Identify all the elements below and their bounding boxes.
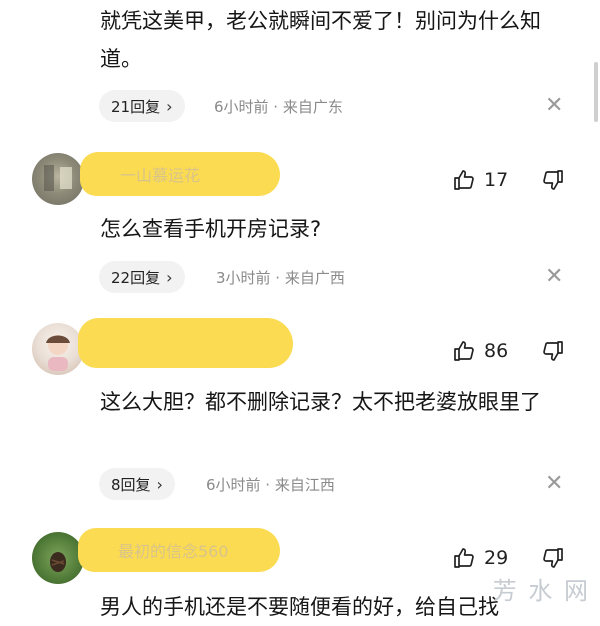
- comment-meta: 3小时前 · 来自广西: [216, 269, 345, 287]
- avatar[interactable]: [32, 532, 84, 584]
- close-icon[interactable]: ✕: [545, 266, 563, 288]
- scrollbar[interactable]: [594, 62, 598, 122]
- chevron-right-icon: ›: [166, 267, 173, 287]
- dislike-button[interactable]: [541, 546, 565, 574]
- thumbs-up-icon: [454, 341, 474, 361]
- like-count: 17: [484, 169, 509, 191]
- username[interactable]: 最初的信念560: [78, 528, 280, 572]
- chevron-right-icon: ›: [166, 96, 173, 116]
- comment-text: 怎么查看手机开房记录?: [100, 217, 322, 241]
- reply-count: 8回复: [111, 475, 151, 494]
- username[interactable]: [78, 318, 293, 368]
- reply-button[interactable]: 22回复 ›: [99, 261, 185, 293]
- reply-count: 22回复: [111, 268, 161, 287]
- avatar[interactable]: [32, 323, 84, 375]
- comment-meta: 6小时前 · 来自广东: [214, 98, 343, 116]
- like-button[interactable]: 29: [452, 546, 508, 570]
- username[interactable]: 一山慕运花: [80, 152, 280, 196]
- like-button[interactable]: 17: [452, 168, 508, 192]
- comment-text: 这么大胆？都不删除记录？太不把老婆放眼里了: [100, 390, 541, 414]
- thumbs-down-icon: [543, 170, 563, 190]
- chevron-right-icon: ›: [156, 474, 163, 494]
- thumbs-up-icon: [454, 548, 474, 568]
- avatar[interactable]: [32, 153, 84, 205]
- reply-button[interactable]: 21回复 ›: [99, 90, 185, 122]
- close-icon[interactable]: ✕: [545, 473, 563, 495]
- like-count: 86: [484, 340, 509, 362]
- watermark: 芳 水 网: [492, 577, 590, 605]
- dislike-button[interactable]: [541, 168, 565, 196]
- thumbs-down-icon: [543, 548, 563, 568]
- comment-text: 就凭这美甲，老公就瞬间不爱了！别问为什么知道。: [100, 9, 541, 71]
- thumbs-up-icon: [454, 170, 474, 190]
- thumbs-down-icon: [543, 341, 563, 361]
- reply-button[interactable]: 8回复 ›: [99, 468, 175, 500]
- dislike-button[interactable]: [541, 339, 565, 367]
- like-button[interactable]: 86: [452, 339, 508, 363]
- close-icon[interactable]: ✕: [545, 95, 563, 117]
- reply-count: 21回复: [111, 97, 161, 116]
- like-count: 29: [484, 547, 509, 569]
- comment-meta: 6小时前 · 来自江西: [206, 476, 335, 494]
